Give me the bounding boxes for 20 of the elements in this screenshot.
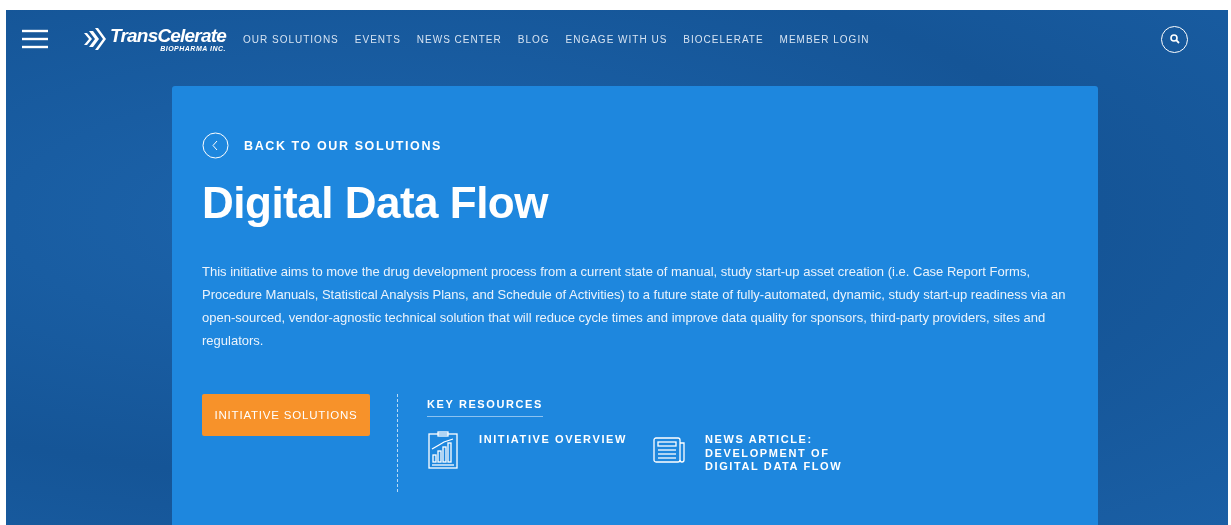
page-title: Digital Data Flow <box>202 181 550 225</box>
resource-link[interactable]: NEWS ARTICLE: DEVELOPMENT OF DIGITAL DATA FLOW <box>705 433 865 474</box>
menu-icon[interactable] <box>22 29 48 49</box>
chart-report-icon <box>427 431 459 469</box>
back-icon <box>202 132 229 159</box>
nav-link[interactable]: ENGAGE WITH US <box>565 33 668 45</box>
key-resources-heading: KEY RESOURCES <box>427 394 543 417</box>
nav-link[interactable]: NEWS CENTER <box>416 33 502 45</box>
nav-link[interactable]: OUR SOLUTIONS <box>243 33 339 45</box>
search-icon <box>1169 34 1180 44</box>
logo-name: TransCelerate <box>110 26 226 45</box>
nav-link[interactable]: MEMBER LOGIN <box>779 33 870 45</box>
nav-link[interactable]: BLOG <box>517 33 550 45</box>
back-link[interactable]: BACK TO OUR SOLUTIONS <box>202 132 1068 159</box>
nav-link[interactable]: BIOCELERATE <box>683 33 764 45</box>
resource-link[interactable]: INITIATIVE OVERVIEW <box>479 433 639 474</box>
newspaper-icon <box>653 437 685 463</box>
nav-link[interactable]: EVENTS <box>354 33 401 45</box>
logo-chevrons-icon <box>84 27 106 51</box>
description: This initiative aims to move the drug development process from a current state of manual, study start-up asset creation (i.e. Case Report Forms, Procedure Manuals, Statistical Analysis Plans, and Schedule of Activities) to a future state of fully-automated, dynamic, study start-up readiness via an open-sourced, vendor-agnostic technical solution that will reduce cycle times and improve data quality for sponsors, third-party providers, sites and regulators. <box>202 263 1067 350</box>
